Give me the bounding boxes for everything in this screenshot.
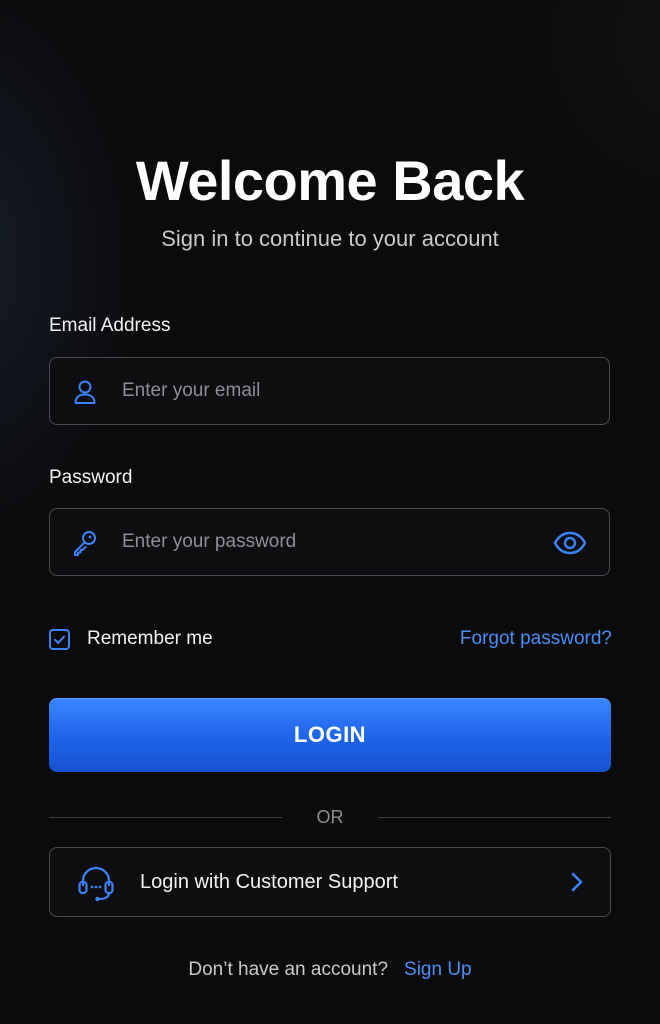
signup-link[interactable]: Sign Up <box>404 959 472 980</box>
login-page: Welcome Back Sign in to continue to your… <box>0 0 660 1024</box>
password-label: Password <box>49 467 133 488</box>
divider-line-right <box>378 817 611 818</box>
checkbox-checked-icon[interactable] <box>49 628 70 650</box>
signup-row: Don’t have an account? Sign Up <box>0 959 660 981</box>
remember-me-label: Remember me <box>87 628 213 649</box>
headset-icon <box>76 863 116 903</box>
user-icon <box>70 377 100 407</box>
password-field-container[interactable] <box>49 508 610 576</box>
email-input[interactable] <box>122 358 532 424</box>
page-title: Welcome Back <box>135 149 525 212</box>
eye-icon[interactable] <box>553 528 587 558</box>
login-button[interactable]: LOGIN <box>49 698 611 772</box>
chevron-right-icon <box>568 870 586 894</box>
key-icon <box>70 528 100 558</box>
customer-support-label: Login with Customer Support <box>140 871 398 893</box>
remember-me-checkbox[interactable]: Remember me <box>49 626 213 652</box>
email-label: Email Address <box>49 315 171 336</box>
signup-prompt: Don’t have an account? <box>188 959 389 980</box>
email-field-container[interactable] <box>49 357 610 425</box>
customer-support-login-button[interactable]: Login with Customer Support <box>49 847 611 917</box>
page-subtitle: Sign in to continue to your account <box>161 226 499 251</box>
password-input[interactable] <box>122 509 532 575</box>
forgot-password-link[interactable]: Forgot password? <box>460 628 612 650</box>
